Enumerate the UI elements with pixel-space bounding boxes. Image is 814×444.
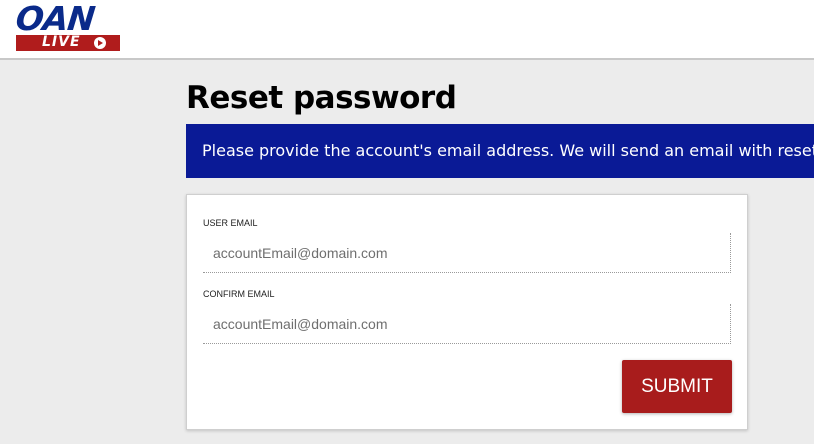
user-email-label: USER EMAIL (203, 218, 258, 228)
page-title: Reset password (186, 80, 457, 116)
info-banner: Please provide the account's email addre… (186, 124, 814, 178)
info-banner-text: Please provide the account's email addre… (202, 141, 814, 160)
site-header: OAN LIVE (0, 0, 814, 60)
confirm-email-label: CONFIRM EMAIL (203, 289, 275, 299)
oan-live-logo[interactable]: OAN LIVE (13, 0, 120, 53)
reset-password-form: USER EMAIL CONFIRM EMAIL SUBMIT (186, 194, 748, 430)
logo-live-text: LIVE (42, 34, 81, 50)
play-icon (94, 37, 106, 49)
logo-live-bar: LIVE (16, 34, 120, 51)
user-email-input[interactable] (203, 233, 731, 273)
confirm-email-input[interactable] (203, 304, 731, 344)
submit-button[interactable]: SUBMIT (622, 360, 732, 413)
logo-text: OAN (13, 0, 97, 38)
